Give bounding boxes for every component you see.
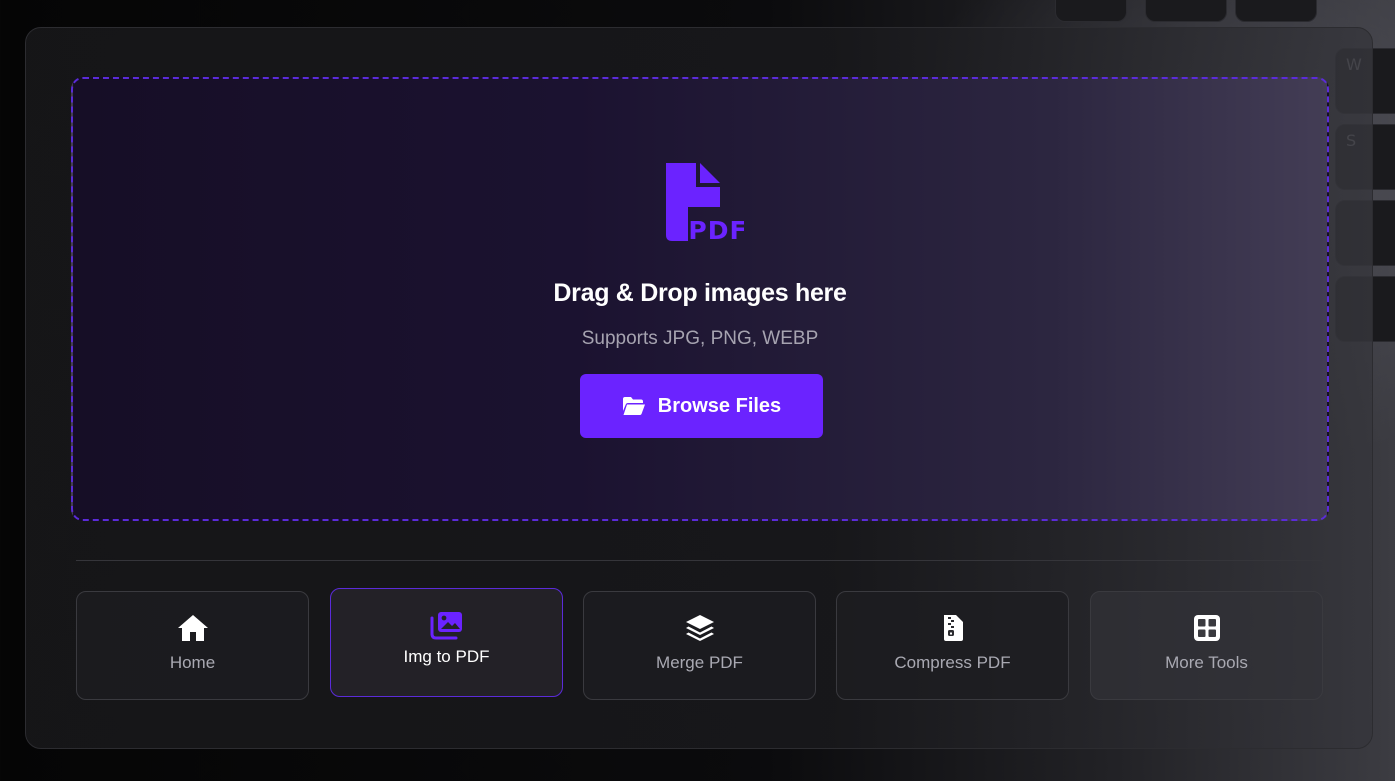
browse-files-label: Browse Files <box>657 394 782 417</box>
nav-label-merge-pdf: Merge PDF <box>656 653 743 672</box>
browse-files-button[interactable]: Browse Files <box>580 374 823 438</box>
nav-item-compress-pdf[interactable]: Compress PDF <box>836 591 1069 700</box>
nav-item-home[interactable]: Home <box>76 591 309 700</box>
drop-zone[interactable]: PDF Drag & Drop images here Supports JPG… <box>71 77 1329 521</box>
file-zipper-icon <box>936 612 970 644</box>
pdf-file-icon: PDF <box>666 163 744 245</box>
app-card: PDF Drag & Drop images here Supports JPG… <box>25 27 1373 749</box>
bottom-nav: Home Img to PDF Merge PDF Compress PDF M… <box>76 588 1324 700</box>
nav-item-img-to-pdf[interactable]: Img to PDF <box>330 588 563 697</box>
nav-label-compress-pdf: Compress PDF <box>894 653 1011 672</box>
drop-zone-subtitle: Supports JPG, PNG, WEBP <box>581 328 819 349</box>
nav-label-home: Home <box>169 653 216 672</box>
home-icon <box>176 612 210 644</box>
nav-label-more-tools: More Tools <box>1165 653 1248 672</box>
nav-item-merge-pdf[interactable]: Merge PDF <box>583 591 816 700</box>
section-divider <box>76 560 1322 561</box>
layers-icon <box>683 612 717 644</box>
grid-icon <box>1190 612 1224 644</box>
nav-label-img-to-pdf: Img to PDF <box>403 647 490 666</box>
nav-item-more-tools[interactable]: More Tools <box>1090 591 1323 700</box>
pdf-icon-label: PDF <box>688 216 744 245</box>
drop-zone-title: Drag & Drop images here <box>553 279 847 307</box>
folder-open-icon <box>622 397 645 415</box>
images-icon <box>430 609 464 641</box>
